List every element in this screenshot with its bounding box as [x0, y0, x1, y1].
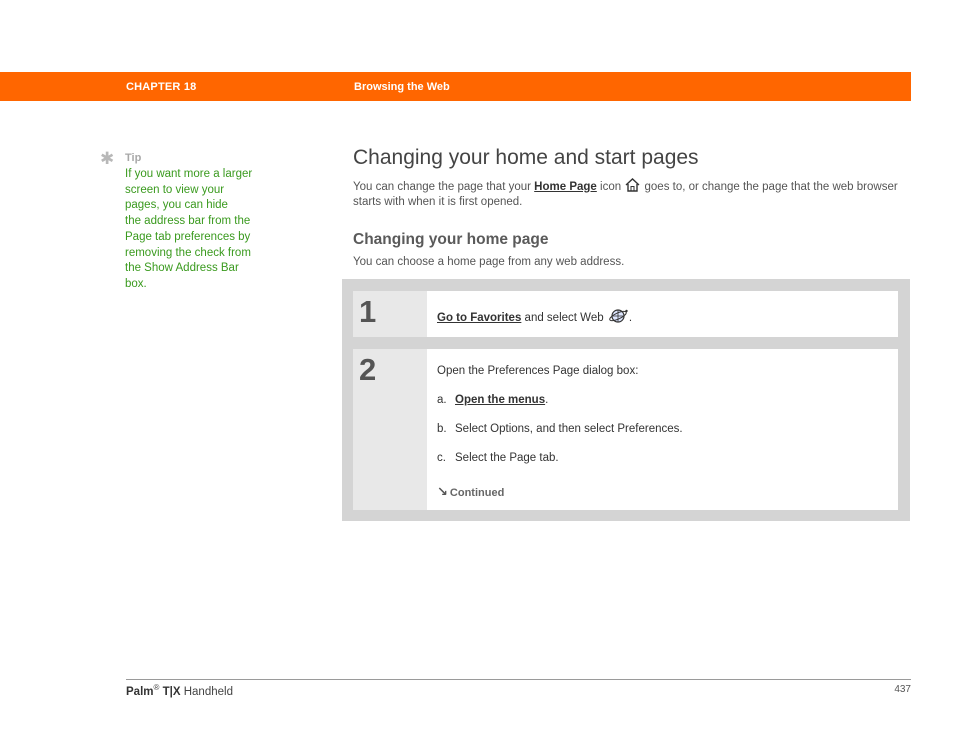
go-to-favorites-link[interactable]: Go to Favorites — [437, 312, 521, 324]
footer-product: Palm® T|X Handheld — [126, 683, 233, 698]
tip-line: If you want more a larger — [125, 168, 253, 180]
footer-reg: ® — [153, 683, 160, 692]
footer-model: T|X — [162, 685, 181, 698]
steps-box: 1 Go to Favorites and select Web . 2 Ope… — [342, 279, 910, 521]
tip-text: If you want more a larger screen to view… — [125, 167, 275, 293]
step-2: 2 Open the Preferences Page dialog box: … — [353, 349, 898, 510]
step-number: 1 — [359, 294, 377, 329]
step-1: 1 Go to Favorites and select Web . — [353, 291, 898, 337]
section-text: You can choose a home page from any web … — [353, 256, 625, 268]
footer-product-name: Handheld — [180, 685, 233, 698]
tip-line: removing the check from — [125, 246, 251, 259]
intro-paragraph: You can change the page that your Home P… — [353, 178, 909, 210]
step-number-cell: 1 — [353, 291, 427, 337]
page-number: 437 — [894, 684, 911, 695]
step-body: Open the Preferences Page dialog box: a.… — [427, 349, 898, 510]
chapter-title: Browsing the Web — [354, 81, 450, 93]
substep-b: b. Select Options, and then select Prefer… — [437, 423, 683, 435]
step-2-intro: Open the Preferences Page dialog box: — [437, 365, 639, 377]
substep-letter: b. — [437, 423, 447, 435]
continued-label: Continued — [449, 487, 505, 499]
home-page-link[interactable]: Home Page — [534, 181, 597, 193]
page-title: Changing your home and start pages — [353, 146, 699, 169]
step-text: . — [628, 312, 633, 324]
tip-line: Page tab preferences by — [125, 230, 251, 243]
continued-indicator: ↘ Continued — [437, 484, 504, 500]
intro-text: You can change the page that your — [353, 181, 535, 193]
main-content: Changing your home and start pages You c… — [353, 144, 909, 268]
substep-c: c. Select the Page tab. — [437, 452, 559, 464]
home-icon — [625, 178, 640, 192]
tip-line: pages, you can hide — [125, 199, 228, 212]
chapter-header-bar: CHAPTER 18 Browsing the Web — [0, 72, 911, 101]
web-browser-icon — [609, 309, 628, 323]
footer-brand: Palm — [126, 685, 154, 698]
tip-line: the address bar from the — [125, 215, 251, 228]
substep-letter: a. — [437, 394, 447, 406]
continued-arrow-icon: ↘ — [437, 484, 448, 499]
step-number: 2 — [359, 352, 377, 387]
step-body: Go to Favorites and select Web . — [427, 291, 898, 337]
step-text: Select Options, and then select Preferen… — [455, 423, 683, 435]
tip-line: the Show Address Bar — [125, 262, 239, 275]
step-text: Select the Page tab. — [455, 452, 559, 464]
step-text: . — [545, 394, 549, 406]
substep-letter: c. — [437, 452, 446, 464]
section-heading: Changing your home page — [353, 231, 549, 248]
step-text: and select Web — [521, 312, 607, 324]
intro-text: icon — [596, 181, 625, 193]
tip-label: Tip — [125, 152, 142, 164]
substep-a: a. Open the menus. — [437, 394, 548, 406]
step-1-text: Go to Favorites and select Web . — [437, 308, 632, 324]
tip-line: box. — [125, 277, 147, 290]
footer-divider — [126, 679, 911, 680]
asterisk-icon: ✱ — [100, 149, 115, 168]
open-the-menus-link[interactable]: Open the menus — [455, 394, 545, 406]
step-number-cell: 2 — [353, 349, 427, 510]
chapter-label: CHAPTER 18 — [126, 81, 197, 93]
tip-line: screen to view your — [125, 183, 225, 196]
